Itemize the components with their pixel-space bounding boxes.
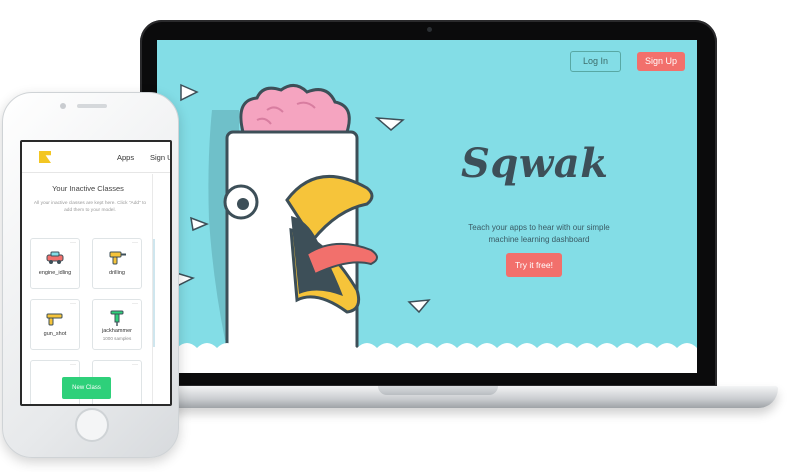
phone-camera [60, 103, 66, 109]
card-label: engine_idling [38, 270, 72, 276]
nav-signup-link[interactable]: Sign U [150, 153, 170, 162]
class-card[interactable]: ··· drilling [92, 238, 142, 289]
class-card[interactable]: ··· jackhammer 1000 samples [92, 299, 142, 350]
nav-divider [22, 172, 170, 173]
laptop-screen: Log In Sign Up Sqwak Teach your apps to … [157, 40, 697, 373]
laptop-camera [427, 27, 432, 32]
section-title: Your Inactive Classes [52, 184, 124, 193]
card-sample-count: 1000 samples [102, 336, 132, 341]
card-label: drilling [109, 270, 125, 276]
phone-screen: Apps Sign U Your Inactive Classes All yo… [20, 140, 172, 406]
class-card[interactable]: ··· gun_shot [30, 299, 80, 350]
card-label: gun_shot [43, 331, 67, 337]
sqwak-bird-illustration [157, 83, 697, 373]
card-menu-icon[interactable]: ··· [132, 362, 138, 368]
phone-speaker [77, 104, 107, 108]
drill-icon [109, 251, 126, 265]
card-menu-icon[interactable]: ··· [132, 240, 138, 246]
card-menu-icon[interactable]: ··· [70, 240, 76, 246]
hero-tagline: Teach your apps to hear with our simple … [468, 223, 610, 244]
login-button[interactable]: Log In [570, 51, 621, 72]
jackhammer-icon [110, 310, 124, 326]
car-icon [46, 251, 64, 264]
gun-icon [46, 313, 63, 326]
new-class-button[interactable]: New Class [62, 377, 111, 399]
laptop-notch [378, 386, 498, 395]
brand-logo-text: Sqwak [461, 140, 609, 187]
card-label: jackhammer [102, 328, 132, 334]
nav-apps-link[interactable]: Apps [117, 153, 134, 162]
class-card[interactable]: ··· engine_idling [30, 238, 80, 289]
card-menu-icon[interactable]: ··· [70, 362, 76, 368]
card-menu-icon[interactable]: ··· [70, 301, 76, 307]
card-menu-icon[interactable]: ··· [132, 301, 138, 307]
try-free-button[interactable]: Try it free! [506, 253, 562, 277]
app-logo-icon[interactable] [39, 151, 51, 163]
signup-button[interactable]: Sign Up [637, 52, 685, 71]
section-description: All your inactive classes are kept here.… [33, 201, 147, 213]
scrollbar-thumb[interactable] [153, 239, 155, 347]
phone-home-button[interactable] [75, 408, 109, 442]
